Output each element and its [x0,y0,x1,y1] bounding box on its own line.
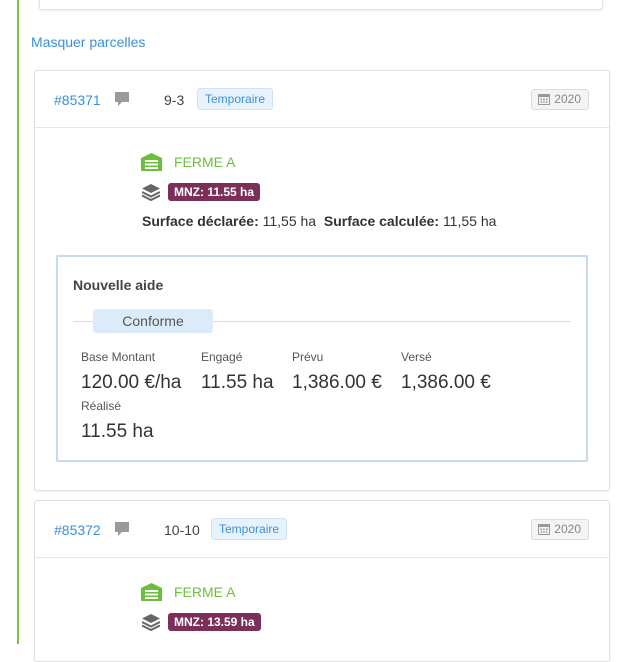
layers-icon [142,613,160,631]
warehouse-icon [141,583,162,601]
aid-title: Nouvelle aide [73,277,164,293]
layers-icon [142,183,160,201]
previous-card [39,0,603,10]
parcel-id-link[interactable]: #85371 [54,92,101,108]
mnz-row: MNZ: 11.55 ha [142,183,261,201]
planned-label: Prévu [292,350,324,364]
surface-declared-value: 11,55 ha [262,213,317,229]
farm-name: FERME A [174,584,236,600]
mnz-row: MNZ: 13.59 ha [142,613,261,631]
year-badge: 2020 [531,519,589,540]
mnz-badge: MNZ: 13.59 ha [168,613,261,631]
surface-declared-label: Surface déclarée: [142,213,259,229]
comment-icon[interactable] [113,520,131,538]
comment-icon[interactable] [113,90,131,108]
paid-label: Versé [401,350,432,364]
parcel-card: #85372 10-10 Temporaire 2020 FERME A MNZ… [34,500,610,662]
paid-value: 1,386.00 € [401,372,491,393]
year-label: 2020 [554,522,581,536]
engaged-value: 11.55 ha [201,372,274,393]
surface-calculated-value: 11,55 ha [442,213,497,229]
aid-panel: Nouvelle aide Conforme Base Montant 120.… [56,255,588,462]
realized-value: 11.55 ha [81,421,154,442]
parcel-number: 9-3 [164,92,185,108]
year-label: 2020 [554,92,581,106]
parcel-number: 10-10 [164,522,200,538]
parcel-id-link[interactable]: #85372 [54,522,101,538]
surface-calculated-label: Surface calculée: [323,213,440,229]
parcel-card-header: #85371 9-3 Temporaire 2020 [35,71,609,128]
year-badge: 2020 [531,89,589,110]
base-amount-label: Base Montant [81,350,156,364]
realized-label: Réalisé [81,399,122,413]
warehouse-icon [141,153,162,171]
engaged-label: Engagé [201,350,243,364]
calendar-icon [538,524,551,535]
parcel-card: #85371 9-3 Temporaire 2020 FERME A MNZ: … [34,70,610,491]
farm-name: FERME A [174,154,236,170]
status-tag: Temporaire [211,518,288,540]
planned-value: 1,386.00 € [292,372,382,393]
status-tag: Temporaire [197,88,274,110]
aid-status-badge: Conforme [93,309,213,333]
base-amount-value: 120.00 €/ha [81,372,182,393]
farm-row: FERME A [141,583,235,601]
hide-parcels-link[interactable]: Masquer parcelles [31,34,145,50]
farm-row: FERME A [141,153,235,171]
parcel-card-header: #85372 10-10 Temporaire 2020 [35,501,609,558]
timeline-line [17,0,19,644]
calendar-icon [538,94,551,105]
surface-row: Surface déclarée: 11,55 ha Surface calcu… [142,213,496,229]
mnz-badge: MNZ: 11.55 ha [168,183,261,201]
